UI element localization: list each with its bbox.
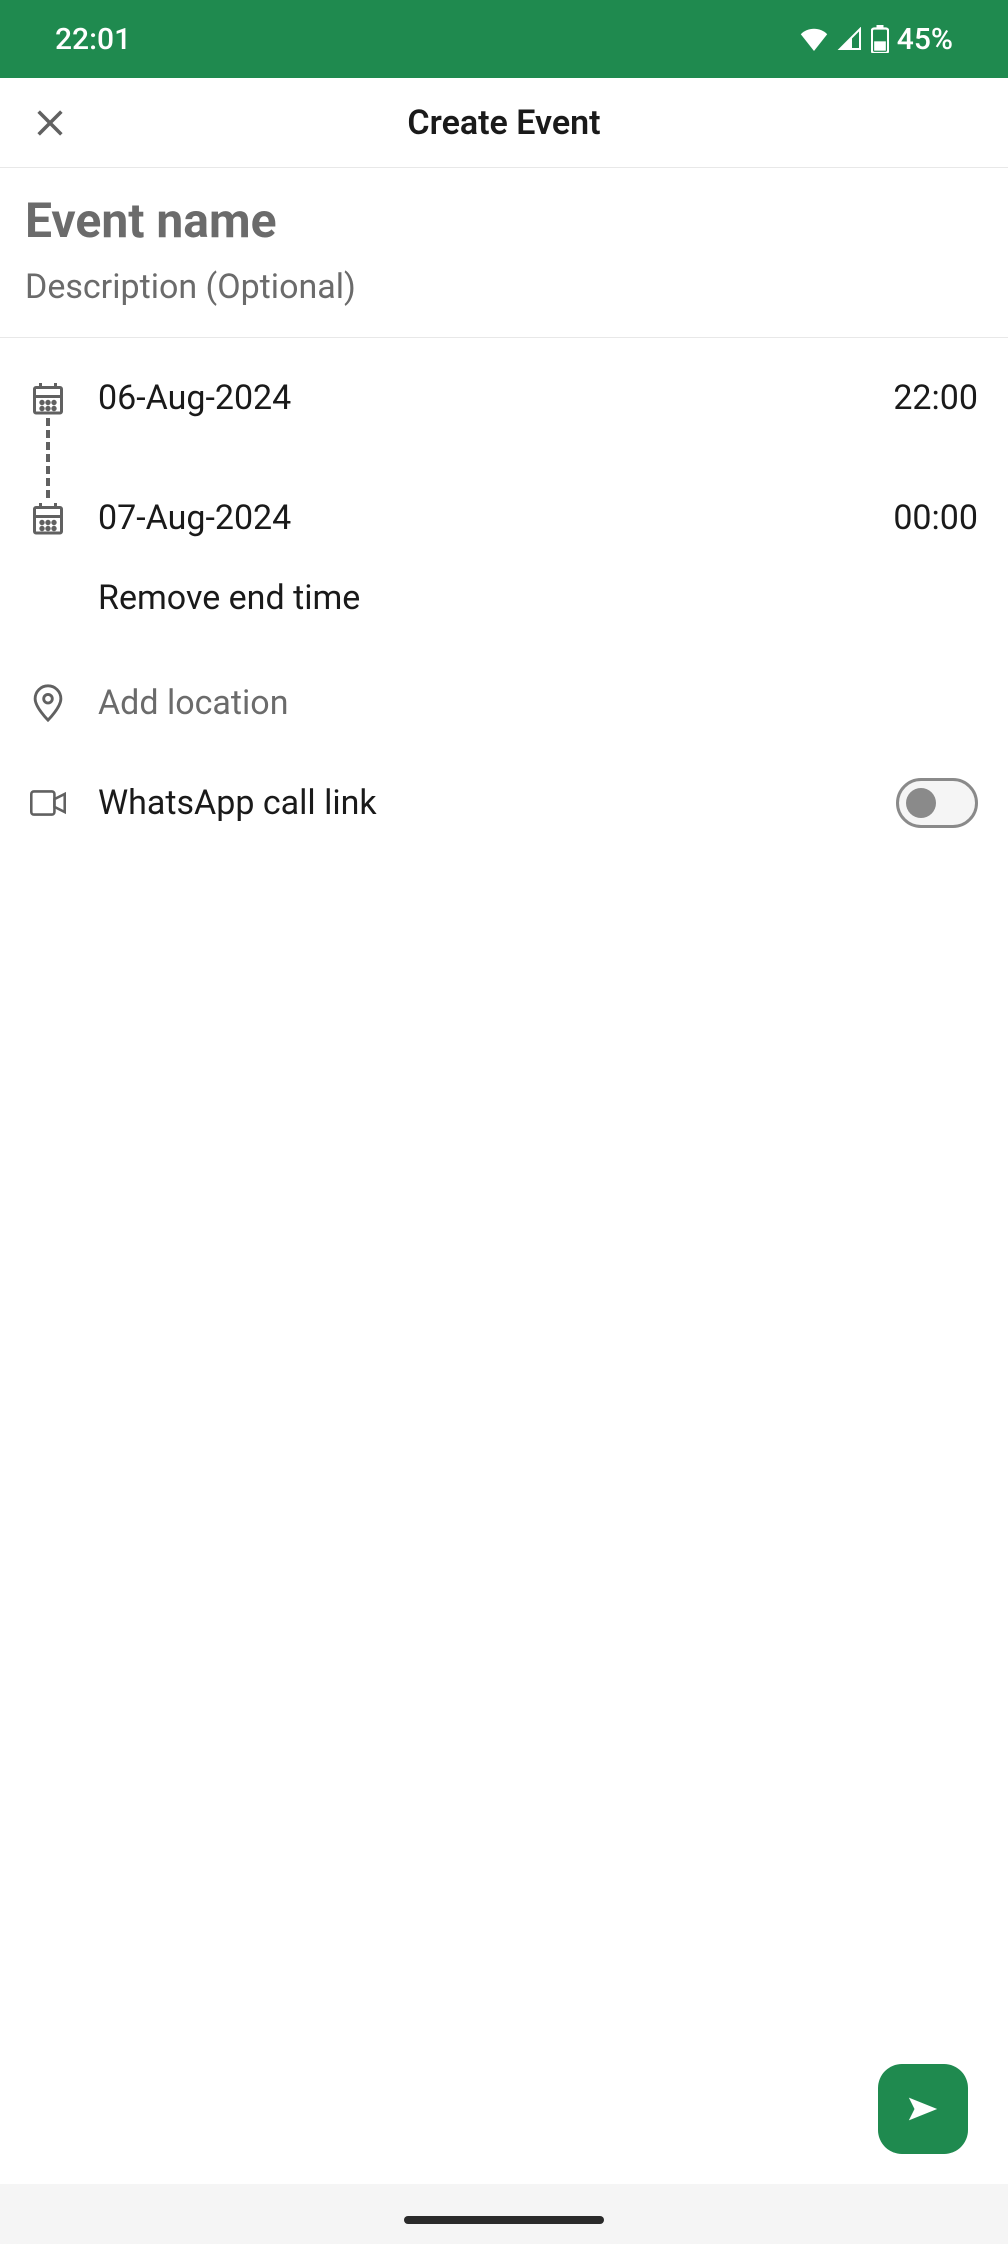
video-icon [30, 788, 66, 818]
location-pin-icon [30, 683, 66, 723]
end-datetime-row: 07-Aug-2024 00:00 [30, 498, 978, 538]
wifi-icon [799, 27, 829, 51]
remove-end-time-label: Remove end time [98, 578, 360, 618]
calendar-icon [30, 380, 66, 416]
status-time: 22:01 [55, 22, 131, 57]
close-button[interactable] [28, 101, 72, 145]
date-time-section: 06-Aug-2024 22:00 [0, 338, 1008, 538]
status-right: 45% [799, 22, 953, 57]
toggle-knob [906, 788, 936, 818]
call-link-toggle[interactable] [896, 778, 978, 828]
event-description-input[interactable] [25, 267, 983, 307]
content-area: Create Event 06-Aug-2024 [0, 78, 1008, 2184]
location-label: Add location [98, 683, 288, 723]
close-icon [33, 106, 67, 140]
end-date[interactable]: 07-Aug-2024 [98, 498, 291, 538]
remove-end-time-button[interactable]: Remove end time [0, 538, 1008, 658]
call-link-row: WhatsApp call link [0, 748, 1008, 858]
send-icon [906, 2094, 940, 2124]
start-date[interactable]: 06-Aug-2024 [98, 378, 291, 418]
event-fields-section [0, 168, 1008, 338]
end-time[interactable]: 00:00 [893, 498, 978, 538]
app-header: Create Event [0, 78, 1008, 168]
send-button[interactable] [878, 2064, 968, 2154]
start-time[interactable]: 22:00 [893, 378, 978, 418]
add-location-button[interactable]: Add location [0, 658, 1008, 748]
status-bar: 22:01 45% [0, 0, 1008, 78]
page-title: Create Event [0, 103, 1008, 143]
navigation-handle[interactable] [404, 2216, 604, 2224]
start-datetime-row: 06-Aug-2024 22:00 [30, 378, 978, 418]
date-connector [30, 418, 66, 498]
battery-percentage: 45% [897, 22, 953, 57]
signal-icon [837, 27, 863, 51]
battery-icon [871, 25, 889, 53]
call-link-label: WhatsApp call link [98, 783, 377, 823]
event-name-input[interactable] [25, 192, 983, 249]
calendar-icon [30, 500, 66, 536]
